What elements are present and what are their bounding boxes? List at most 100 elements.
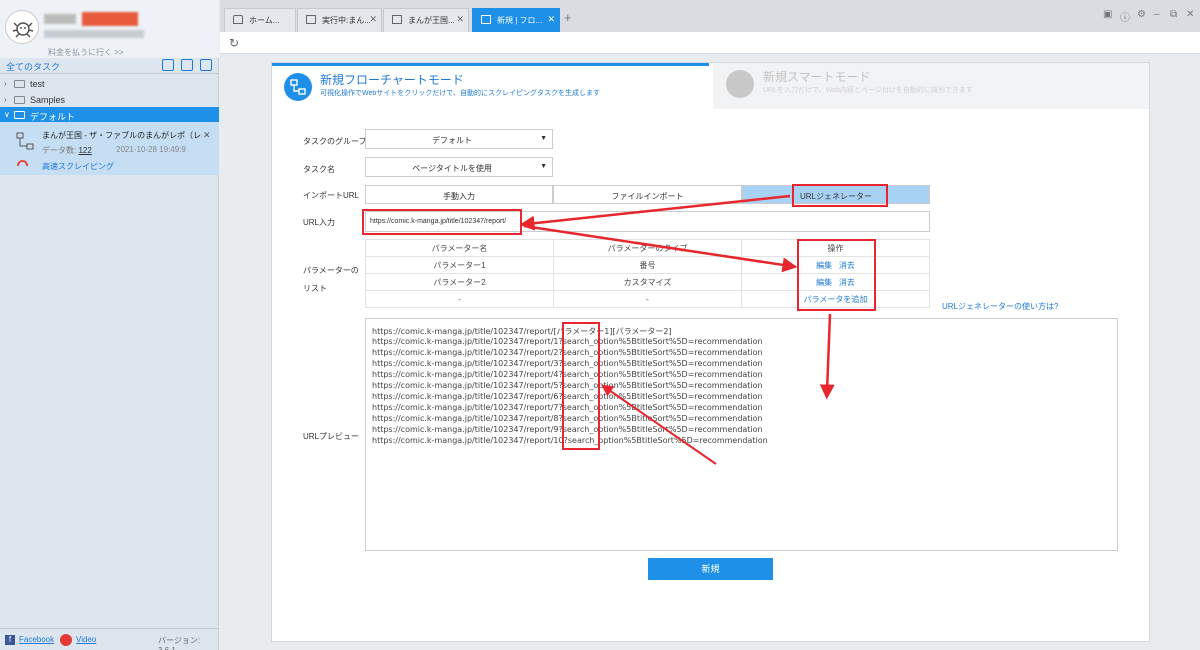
- preview-line: https://comic.k-manga.jp/title/102347/re…: [372, 348, 763, 357]
- chevron-right-icon: ›: [4, 79, 7, 88]
- restore-icon[interactable]: ⧉: [1170, 9, 1177, 20]
- param-name-header: パラメーター名: [365, 239, 554, 257]
- table-row: パラメーター2 カスタマイズ 編集 消去: [365, 273, 930, 291]
- edit-link[interactable]: 編集: [816, 278, 832, 287]
- preview-line: https://comic.k-manga.jp/title/102347/re…: [372, 327, 672, 336]
- tree-item-default[interactable]: ∨ デフォルト: [0, 107, 219, 123]
- close-icon[interactable]: ✕: [369, 14, 377, 25]
- help-icon[interactable]: ⓘ: [1120, 9, 1130, 24]
- tab-label: 実行中:まん...: [322, 16, 371, 25]
- gift-icon[interactable]: ▣: [1103, 9, 1112, 20]
- tab-manual-input[interactable]: 手動入力: [365, 185, 553, 204]
- param-name: パラメーター2: [365, 273, 554, 291]
- task-title[interactable]: まんが王国 - ザ・ファブルのまんがレポ（レ...: [42, 130, 202, 141]
- tab-url-generator[interactable]: URLジェネレーター: [742, 185, 930, 204]
- task-group-select[interactable]: デフォルト ▼: [365, 129, 553, 149]
- all-tasks-label[interactable]: 全てのタスク: [6, 60, 60, 73]
- video-link[interactable]: Video: [76, 635, 96, 644]
- task-count-value[interactable]: 122: [78, 146, 91, 155]
- page-icon: [481, 15, 491, 24]
- close-icon[interactable]: ✕: [203, 130, 211, 141]
- flowchart-mode-card[interactable]: 新規フローチャートモード 可視化操作でWebサイトをクリックだけで、自動的にスク…: [272, 63, 709, 109]
- delete-link[interactable]: 消去: [839, 261, 855, 270]
- tab-file-import[interactable]: ファイルインポート: [553, 185, 742, 204]
- param-actions: 編集 消去: [741, 256, 930, 274]
- param-action-header: 操作: [741, 239, 930, 257]
- param-list-label: パラメーターのリスト: [303, 266, 359, 293]
- reload-icon[interactable]: ↻: [229, 36, 239, 50]
- chevron-down-icon: ∨: [4, 110, 10, 119]
- sidebar: 料金を払うに行く >> 全てのタスク › test › Samples ∨ デフ…: [0, 0, 219, 650]
- url-generator-help-link[interactable]: URLジェネレーターの使い方は?: [942, 301, 1058, 312]
- param-type: カスタマイズ: [553, 273, 742, 291]
- download-icon[interactable]: [162, 59, 174, 71]
- facebook-icon[interactable]: f: [5, 635, 15, 645]
- minimize-icon[interactable]: ‒: [1154, 9, 1160, 20]
- task-card[interactable]: まんが王国 - ザ・ファブルのまんがレポ（レ... ✕ データ数: 122 20…: [0, 122, 219, 175]
- pay-link[interactable]: 料金を払うに行く >>: [48, 47, 124, 58]
- robot-crab-icon: [12, 22, 34, 38]
- page-icon: [392, 15, 402, 24]
- add-param-link[interactable]: パラメータを追加: [804, 295, 868, 304]
- create-button[interactable]: 新規: [648, 558, 773, 580]
- tab-running[interactable]: 実行中:まん... ✕: [297, 8, 382, 32]
- close-window-icon[interactable]: ✕: [1186, 9, 1194, 20]
- smart-mode-subtitle: URLを入力だけで、Web内容とページ付けを自動的に識別できます: [763, 87, 973, 94]
- task-name-select[interactable]: ページタイトルを使用 ▼: [365, 157, 553, 177]
- preview-line: https://comic.k-manga.jp/title/102347/re…: [372, 436, 768, 445]
- empty-cell: -: [553, 290, 742, 308]
- tab-home[interactable]: ホーム...: [224, 8, 296, 32]
- tab-bar: ホーム... 実行中:まん... ✕ まんが王国... ✕ 新規 | フロ...…: [220, 0, 1200, 32]
- close-icon[interactable]: ✕: [456, 14, 464, 25]
- robot-icon: [726, 70, 754, 98]
- param-actions: 編集 消去: [741, 273, 930, 291]
- redacted-email: [44, 30, 144, 38]
- flowchart-mode-subtitle: 可視化操作でWebサイトをクリックだけで、自動的にスクレイピングタスクを生成しま…: [320, 90, 600, 97]
- edit-link[interactable]: 編集: [816, 261, 832, 270]
- flowchart-icon: [16, 132, 34, 150]
- task-name-value: ページタイトルを使用: [412, 164, 492, 173]
- preview-line: https://comic.k-manga.jp/title/102347/re…: [372, 414, 763, 423]
- facebook-link[interactable]: Facebook: [19, 635, 54, 644]
- fast-scraping-link[interactable]: 高速スクレイピング: [42, 161, 114, 172]
- url-input[interactable]: https://comic.k-manga.jp/title/102347/re…: [365, 211, 930, 232]
- preview-line: https://comic.k-manga.jp/title/102347/re…: [372, 425, 763, 434]
- speed-gauge-icon: [17, 160, 28, 166]
- tab-new-flow[interactable]: 新規 | フロ... ✕: [472, 8, 560, 32]
- tab-label: まんが王国...: [408, 16, 455, 25]
- task-date: 2021-10-28 19:49:9: [116, 145, 186, 154]
- smart-mode-card[interactable]: 新規スマートモード URLを入力だけで、Web内容とページ付けを自動的に識別でき…: [713, 63, 1149, 109]
- add-task-icon[interactable]: [181, 59, 193, 71]
- import-url-label: インポートURL: [303, 191, 360, 200]
- url-preview-box[interactable]: https://comic.k-manga.jp/title/102347/re…: [365, 318, 1118, 551]
- task-count-label: データ数:: [42, 146, 77, 155]
- flowchart-mode-icon: [284, 73, 312, 101]
- flowchart-mode-title: 新規フローチャートモード: [320, 73, 464, 87]
- table-row: パラメーター1 番号 編集 消去: [365, 256, 930, 274]
- all-tasks-bar: 全てのタスク: [0, 58, 219, 74]
- gear-icon[interactable]: ⚙: [1137, 9, 1146, 20]
- redacted-username: [44, 14, 76, 24]
- add-tab-icon[interactable]: +: [564, 10, 572, 25]
- caret-down-icon: ▼: [540, 135, 547, 142]
- folder-icon: [14, 96, 25, 104]
- task-name-label: タスク名: [303, 165, 335, 174]
- empty-cell: -: [365, 290, 554, 308]
- task-group-value: デフォルト: [432, 136, 472, 145]
- folder-icon: [14, 80, 25, 88]
- param-table: パラメーター名 パラメーターのタイプ 操作 パラメーター1 番号 編集 消去 パ…: [365, 239, 930, 308]
- page-icon: [306, 15, 316, 24]
- smart-mode-title: 新規スマートモード: [763, 70, 871, 84]
- avatar[interactable]: [5, 10, 39, 44]
- table-row: - - パラメータを追加: [365, 290, 930, 308]
- redacted-badge: [82, 12, 138, 26]
- youtube-icon[interactable]: [60, 634, 72, 646]
- delete-link[interactable]: 消去: [839, 278, 855, 287]
- tree-item-test[interactable]: › test: [0, 76, 219, 92]
- tree-item-samples[interactable]: › Samples: [0, 92, 219, 108]
- close-icon[interactable]: ✕: [547, 14, 555, 25]
- tab-manga[interactable]: まんが王国... ✕: [383, 8, 469, 32]
- search-task-icon[interactable]: [200, 59, 212, 71]
- param-name: パラメーター1: [365, 256, 554, 274]
- url-input-value: https://comic.k-manga.jp/title/102347/re…: [370, 218, 507, 225]
